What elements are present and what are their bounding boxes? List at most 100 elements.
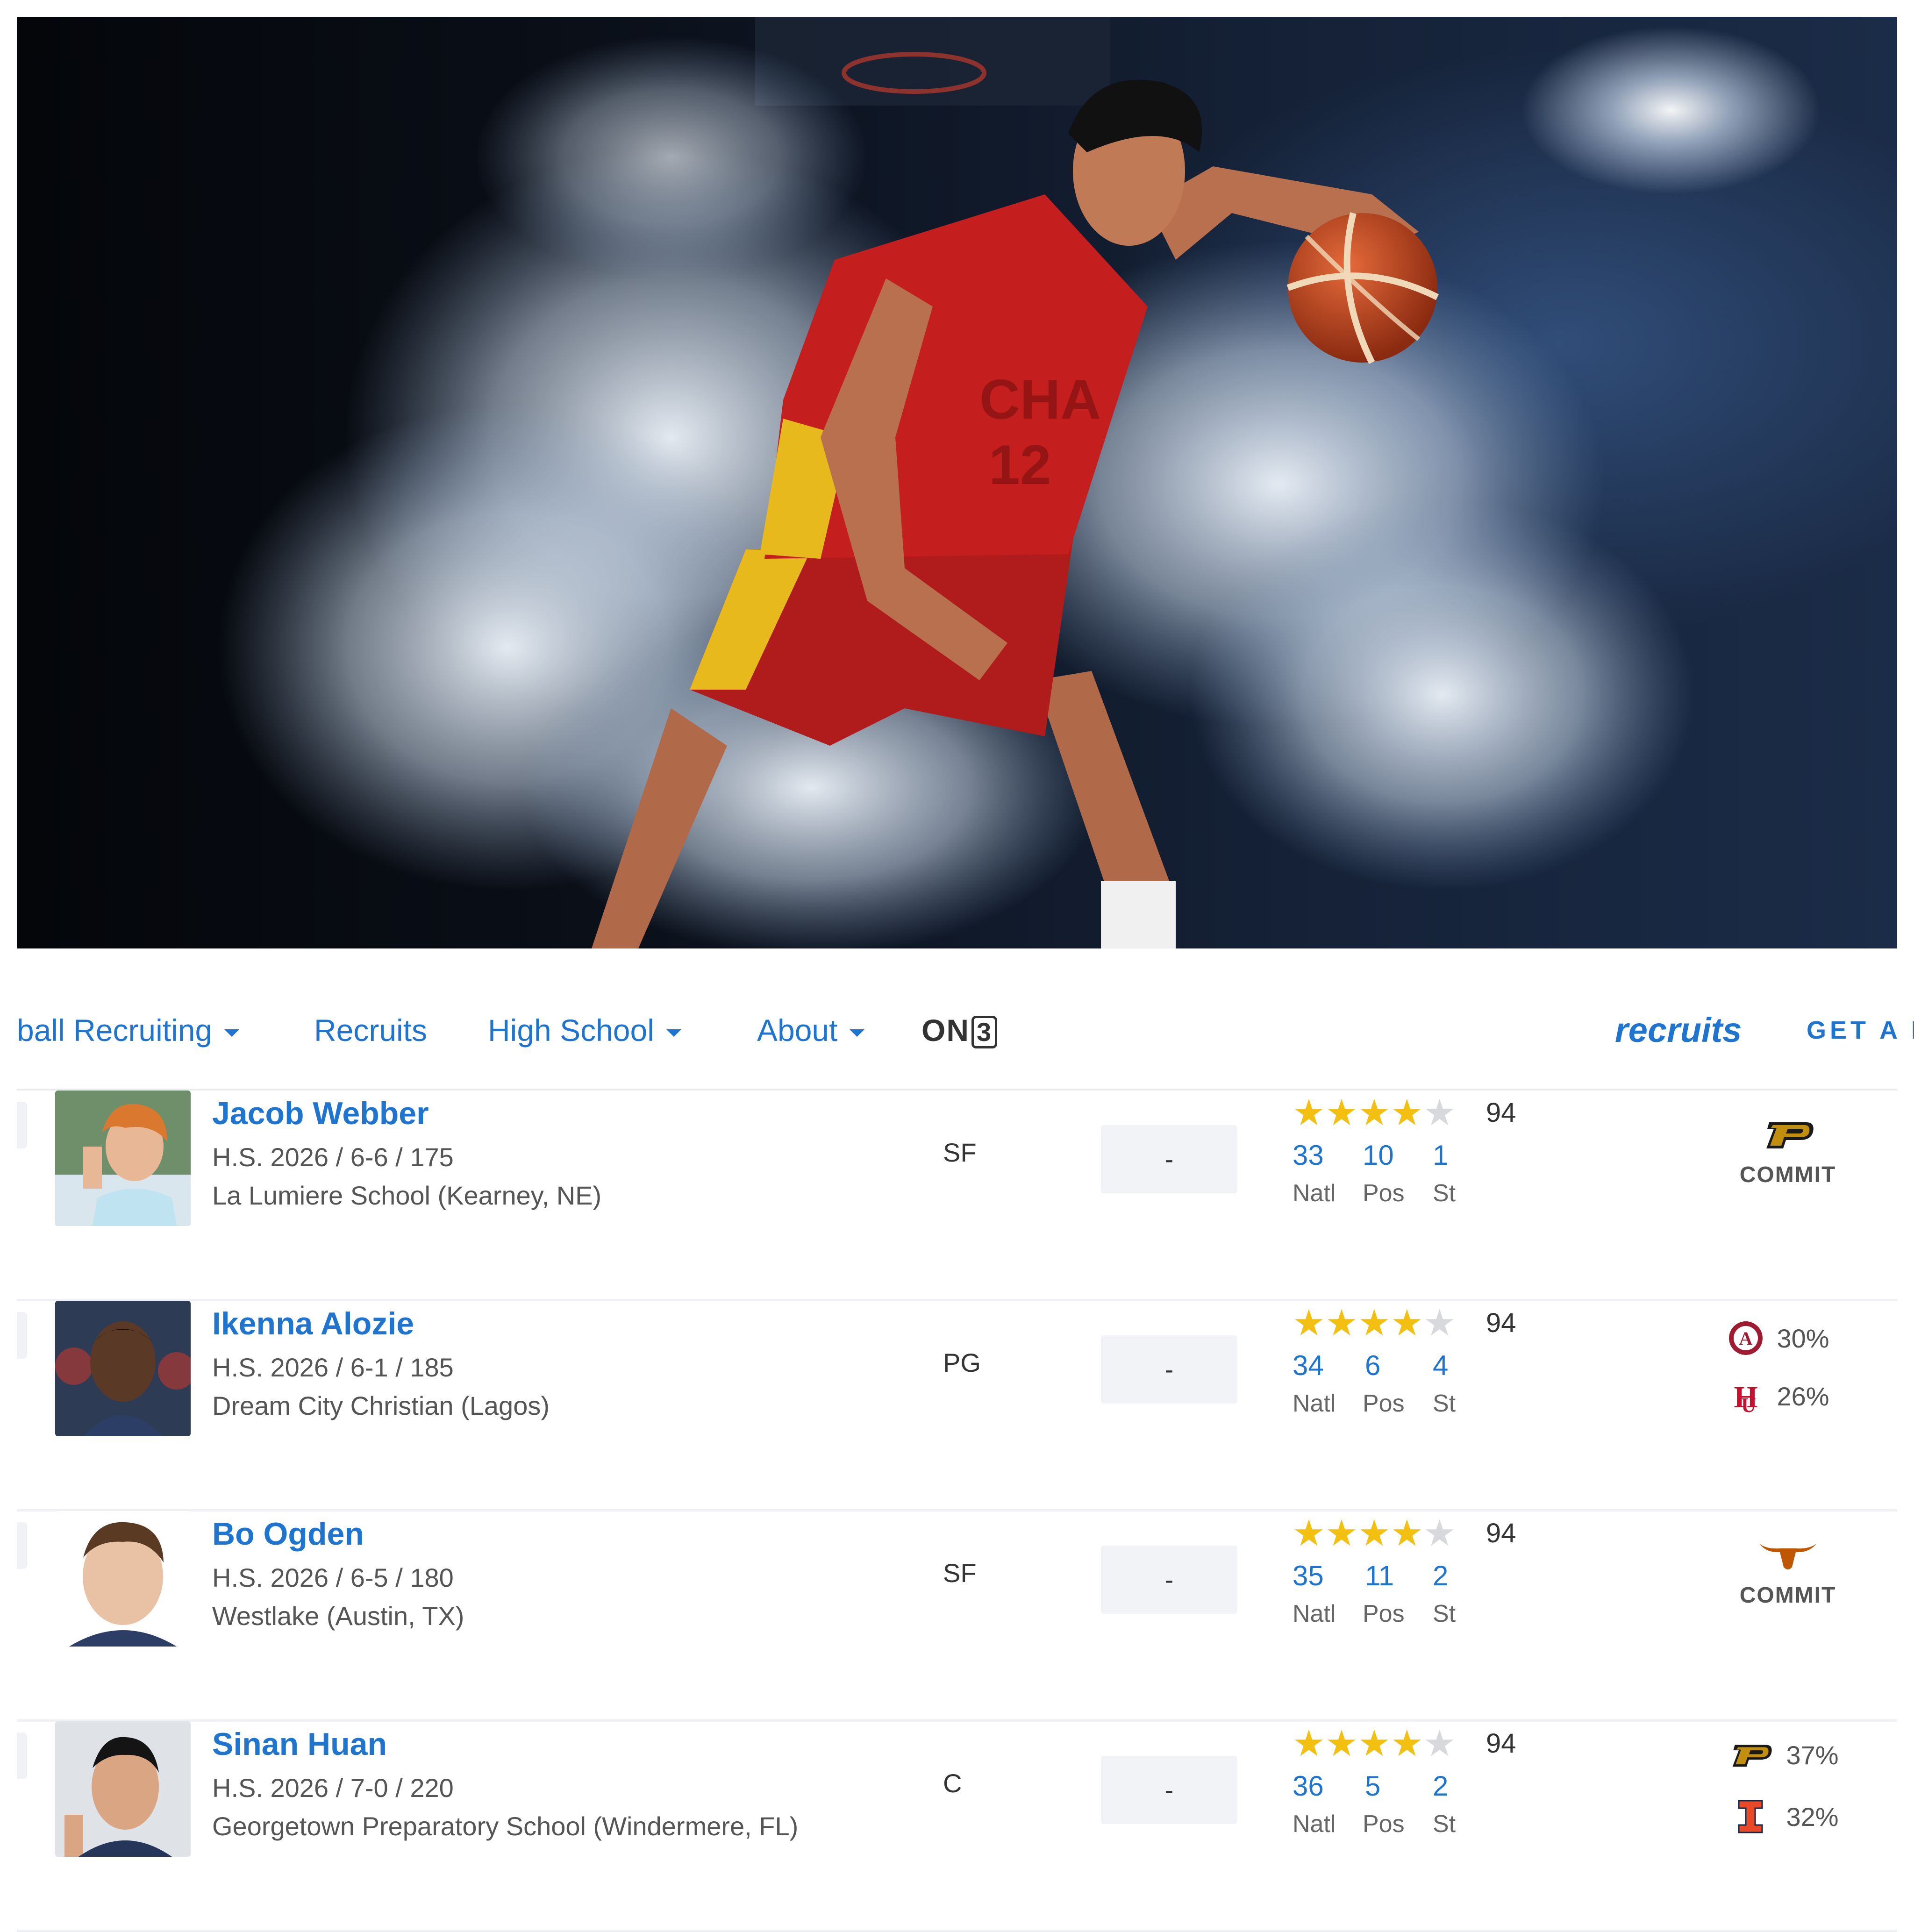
row-edge-tab <box>17 1312 27 1359</box>
star-rating: ★★★★★ <box>1293 1513 1456 1553</box>
star-icon: ★ <box>1357 1723 1391 1764</box>
prediction-percent: 30% <box>1777 1323 1829 1353</box>
svg-text:U: U <box>1741 1394 1756 1415</box>
svg-text:A: A <box>1739 1328 1753 1349</box>
prediction-item[interactable]: H U 26% <box>1727 1377 1829 1415</box>
purdue-logo <box>1732 1745 1772 1767</box>
star-icon: ★ <box>1325 1092 1358 1133</box>
prediction-percent: 37% <box>1786 1740 1839 1770</box>
star-rating: ★★★★★ <box>1293 1723 1456 1763</box>
commit-status[interactable]: COMMIT <box>1718 1539 1858 1608</box>
prediction-percent: 32% <box>1786 1802 1839 1832</box>
row-edge-tab <box>17 1522 27 1569</box>
star-icon: ★ <box>1390 1092 1423 1133</box>
natl-label: Natl <box>1293 1180 1336 1207</box>
prediction-item[interactable]: A 30% <box>1727 1319 1829 1357</box>
pos-rank-link[interactable]: 11 <box>1365 1560 1394 1592</box>
star-icon: ★ <box>1390 1512 1423 1554</box>
recruit-row[interactable]: Ikenna Alozie H.S. 2026 / 6-1 / 185 Drea… <box>17 1301 1897 1511</box>
illinois-logo <box>1738 1800 1763 1833</box>
recruit-row[interactable]: Jacob Webber H.S. 2026 / 6-6 / 175 La Lu… <box>17 1091 1897 1301</box>
recruit-position: SF <box>943 1138 977 1167</box>
star-icon: ★ <box>1390 1302 1423 1343</box>
avatar[interactable] <box>55 1301 191 1436</box>
star-icon: ★ <box>1357 1512 1391 1554</box>
recruit-row[interactable]: Bo Ogden H.S. 2026 / 6-5 / 180 Westlake … <box>17 1511 1897 1722</box>
natl-rank-link[interactable]: 36 <box>1293 1770 1324 1802</box>
st-label: St <box>1433 1390 1456 1417</box>
st-rank-link[interactable]: 1 <box>1433 1139 1448 1171</box>
chevron-down-icon <box>666 1029 681 1037</box>
star-icon: ★ <box>1293 1723 1325 1764</box>
nav-label: High School <box>488 1013 654 1048</box>
recruit-name-link[interactable]: Ikenna Alozie <box>212 1305 414 1342</box>
avatar[interactable] <box>55 1511 191 1647</box>
avatar[interactable] <box>55 1091 191 1226</box>
st-rank-link[interactable]: 2 <box>1433 1770 1448 1802</box>
rating-score: 94 <box>1486 1308 1516 1338</box>
nil-value: - <box>1101 1756 1237 1824</box>
star-empty-icon: ★ <box>1423 1302 1456 1343</box>
row-edge-tab <box>17 1102 27 1148</box>
recruit-position: PG <box>943 1348 981 1377</box>
nav-recruits[interactable]: Recruits <box>314 1009 427 1051</box>
recruit-name-link[interactable]: Bo Ogden <box>212 1516 364 1552</box>
recruit-details: H.S. 2026 / 6-5 / 180 <box>212 1563 454 1592</box>
nav-basketball-recruiting[interactable]: ball Recruiting <box>17 1009 240 1051</box>
recruit-row[interactable]: Sinan Huan H.S. 2026 / 7-0 / 220 Georget… <box>17 1721 1897 1932</box>
get-access-button[interactable]: GET A F <box>1807 1009 1914 1051</box>
pos-rank-link[interactable]: 10 <box>1363 1139 1394 1171</box>
st-label: St <box>1433 1600 1456 1627</box>
commit-label: COMMIT <box>1739 1162 1836 1187</box>
recruit-position: C <box>943 1768 962 1798</box>
recruit-name-link[interactable]: Jacob Webber <box>212 1095 429 1132</box>
houston-logo: H U <box>1734 1380 1757 1415</box>
st-label: St <box>1433 1180 1456 1207</box>
on3-logo-link[interactable]: ON 3 <box>921 1009 998 1051</box>
natl-rank-link[interactable]: 33 <box>1293 1139 1324 1171</box>
star-empty-icon: ★ <box>1423 1092 1456 1133</box>
star-icon: ★ <box>1325 1302 1358 1343</box>
prediction-item[interactable]: 32% <box>1727 1798 1839 1835</box>
star-icon: ★ <box>1293 1302 1325 1343</box>
pos-label: Pos <box>1363 1390 1405 1417</box>
recruit-school: Georgetown Preparatory School (Windermer… <box>212 1811 799 1841</box>
top-navigation: ball Recruiting Recruits High School Abo… <box>17 977 1914 1091</box>
nav-label: ball Recruiting <box>17 1013 213 1048</box>
nav-about[interactable]: About <box>757 1009 865 1051</box>
natl-rank-link[interactable]: 34 <box>1293 1349 1324 1382</box>
recruits-brand-logo[interactable]: recruits <box>1615 1009 1742 1051</box>
prediction-item[interactable]: 37% <box>1727 1740 1839 1770</box>
commit-status[interactable]: COMMIT <box>1718 1119 1858 1188</box>
row-edge-tab <box>17 1732 27 1779</box>
pos-rank-link[interactable]: 6 <box>1365 1349 1380 1382</box>
jersey-number: 12 <box>989 434 1051 496</box>
nav-label: Recruits <box>314 1013 428 1048</box>
nav-label: About <box>757 1013 838 1048</box>
chevron-down-icon <box>850 1029 865 1037</box>
natl-label: Natl <box>1293 1600 1336 1627</box>
recruit-school: La Lumiere School (Kearney, NE) <box>212 1181 602 1210</box>
pos-rank-link[interactable]: 5 <box>1365 1770 1380 1802</box>
nil-value: - <box>1101 1335 1237 1404</box>
star-rating: ★★★★★ <box>1293 1303 1456 1343</box>
nav-high-school[interactable]: High School <box>488 1009 681 1051</box>
pos-label: Pos <box>1363 1180 1405 1207</box>
recruit-school: Westlake (Austin, TX) <box>212 1601 464 1631</box>
jersey-text: CHA <box>979 368 1101 431</box>
avatar[interactable] <box>55 1721 191 1857</box>
alabama-logo: A <box>1729 1321 1763 1355</box>
st-rank-link[interactable]: 4 <box>1433 1349 1448 1382</box>
recruit-position: SF <box>943 1558 977 1588</box>
star-icon: ★ <box>1325 1723 1358 1764</box>
natl-rank-link[interactable]: 35 <box>1293 1560 1324 1592</box>
star-icon: ★ <box>1293 1092 1325 1133</box>
star-icon: ★ <box>1390 1723 1423 1764</box>
nil-value: - <box>1101 1125 1237 1193</box>
star-icon: ★ <box>1357 1092 1391 1133</box>
pos-label: Pos <box>1363 1600 1405 1627</box>
purdue-logo <box>1766 1122 1814 1148</box>
prediction-percent: 26% <box>1777 1381 1829 1411</box>
recruit-name-link[interactable]: Sinan Huan <box>212 1726 387 1762</box>
st-rank-link[interactable]: 2 <box>1433 1560 1448 1592</box>
